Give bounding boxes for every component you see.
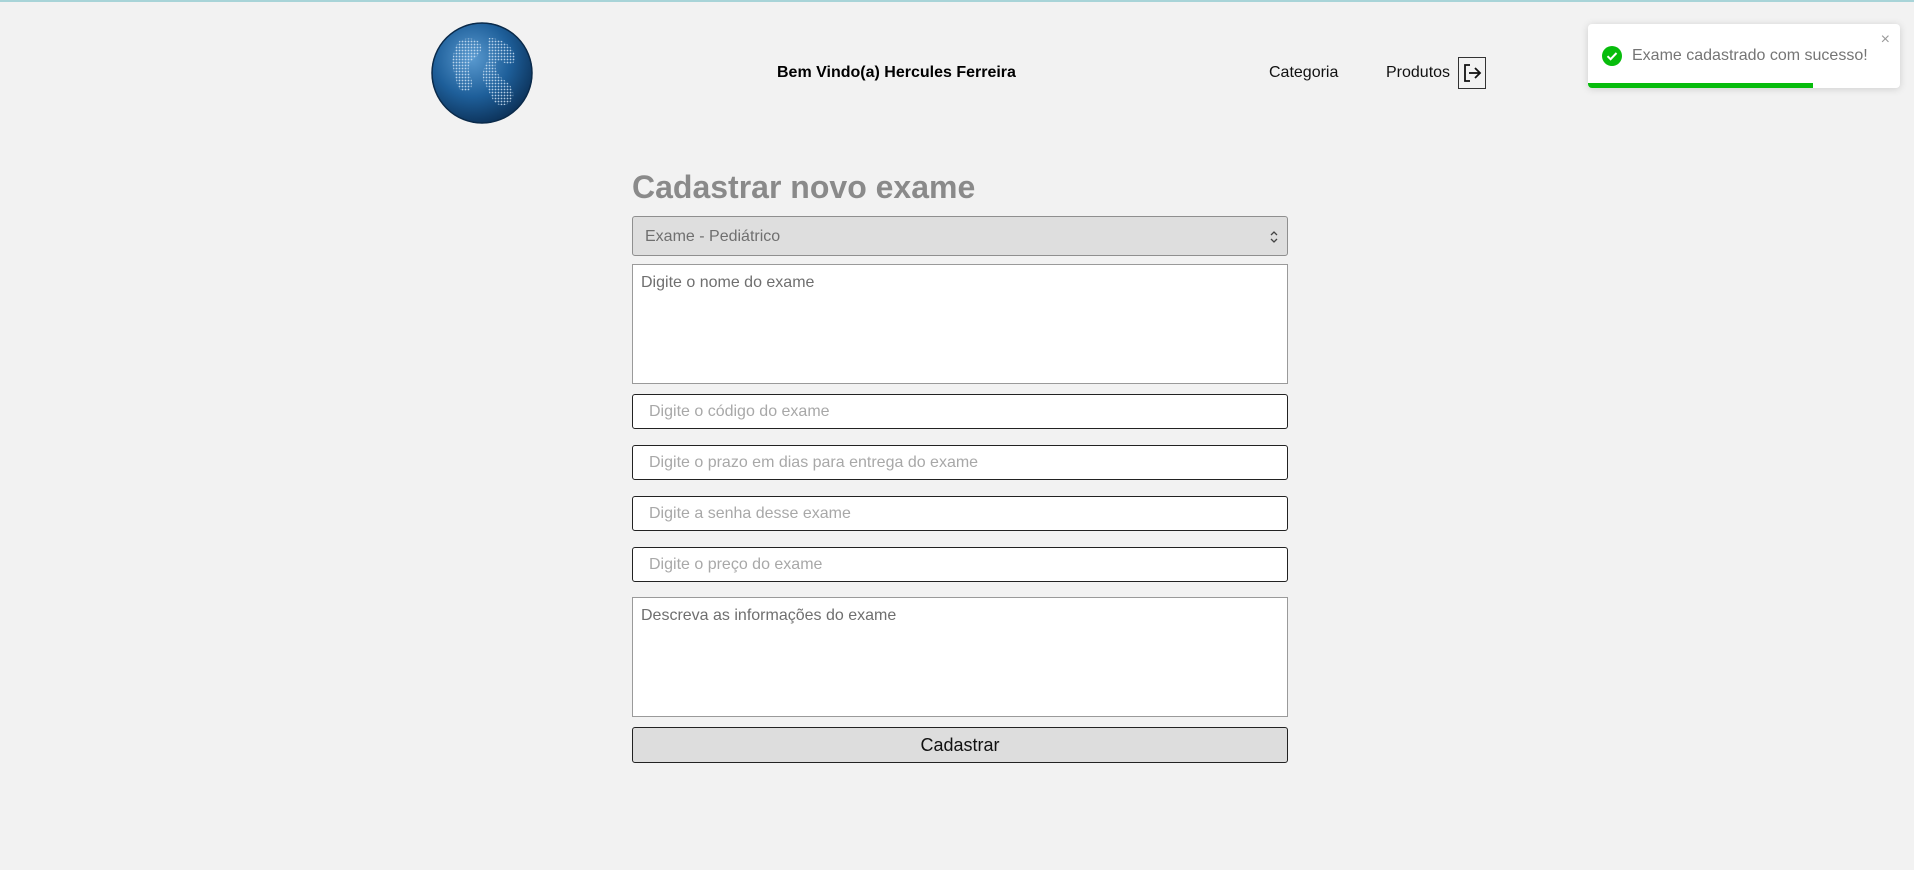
- success-toast: Exame cadastrado com sucesso! ×: [1588, 24, 1900, 88]
- toast-progress-bar: [1588, 83, 1813, 88]
- exam-category-select[interactable]: Exame - Pediátrico: [632, 216, 1288, 256]
- exam-price-field[interactable]: Digite o preço do exame: [632, 547, 1288, 582]
- close-icon[interactable]: ×: [1881, 32, 1890, 48]
- logo: [431, 22, 533, 124]
- exam-form: Cadastrar novo exame Exame - Pediátrico …: [632, 164, 1288, 763]
- exam-deadline-field[interactable]: Digite o prazo em dias para entrega do e…: [632, 445, 1288, 480]
- exam-password-field[interactable]: Digite a senha desse exame: [632, 496, 1288, 531]
- chevron-updown-icon: [1270, 231, 1278, 243]
- nav-link-produtos[interactable]: Produtos: [1386, 64, 1450, 82]
- submit-button[interactable]: Cadastrar: [632, 727, 1288, 763]
- toast-message: Exame cadastrado com sucesso!: [1632, 47, 1868, 64]
- page-title: Cadastrar novo exame: [632, 169, 976, 205]
- exam-category-selected: Exame - Pediátrico: [645, 228, 781, 245]
- globe-icon: [431, 22, 533, 124]
- nav-link-categoria[interactable]: Categoria: [1269, 64, 1338, 82]
- logout-button[interactable]: [1458, 57, 1486, 89]
- exam-name-field[interactable]: Digite o nome do exame: [632, 264, 1288, 384]
- welcome-message: Bem Vindo(a) Hercules Ferreira: [777, 64, 1016, 81]
- exam-code-field[interactable]: Digite o código do exame: [632, 394, 1288, 429]
- logout-icon: [1464, 64, 1482, 82]
- exam-description-field[interactable]: Descreva as informações do exame: [632, 597, 1288, 717]
- check-circle-icon: [1602, 46, 1622, 66]
